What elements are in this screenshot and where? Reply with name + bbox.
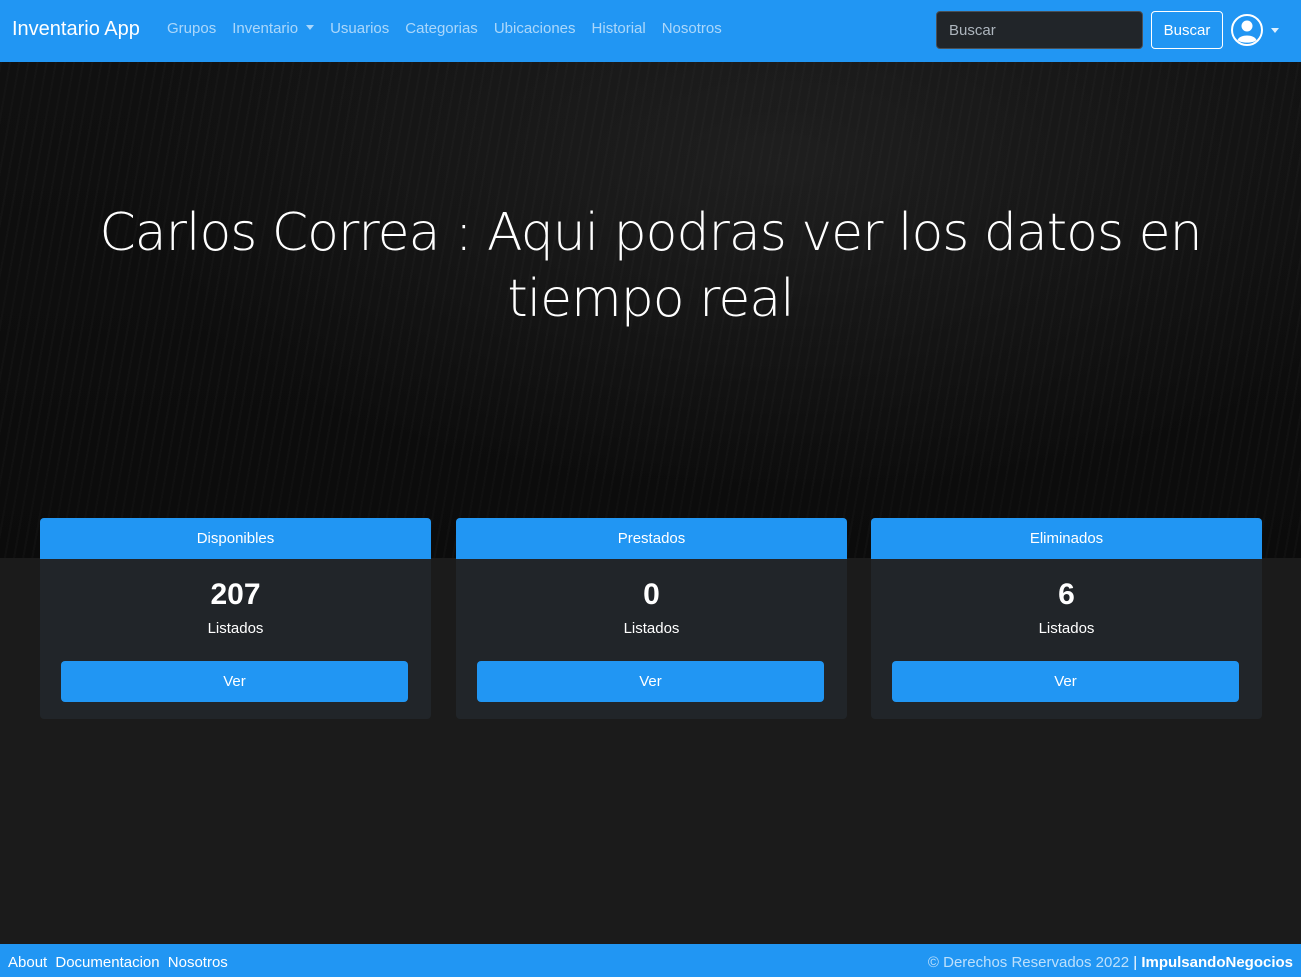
nav-links: Grupos Inventario Usuarios Categorias Ub… <box>159 20 730 37</box>
nav-link-inventario-dropdown[interactable]: Inventario <box>224 20 322 37</box>
card-count: 6 <box>1058 578 1075 611</box>
footer-copyright: © Derechos Reservados 2022 | ImpulsandoN… <box>928 954 1293 971</box>
footer-links: About Documentacion Nosotros <box>8 954 232 971</box>
user-menu-dropdown[interactable] <box>1230 13 1279 47</box>
chevron-down-icon <box>1271 27 1279 33</box>
nav-link-historial[interactable]: Historial <box>584 20 654 37</box>
nav-link-nosotros[interactable]: Nosotros <box>654 20 730 37</box>
copyright-text: © Derechos Reservados 2022 <box>927 954 1130 971</box>
top-navbar: Inventario App Grupos Inventario Usuario… <box>0 0 1301 62</box>
hero-title: Carlos Correa : Aqui podras ver los dato… <box>99 203 1202 329</box>
card-header: Prestados <box>456 518 847 559</box>
ver-prestados-button[interactable]: Ver <box>477 661 824 702</box>
card-subtitle: Listados <box>1038 620 1095 637</box>
nav-link-usuarios[interactable]: Usuarios <box>322 20 397 37</box>
card-count: 207 <box>210 578 261 611</box>
footer-link-about[interactable]: About <box>8 954 47 971</box>
nav-link-categorias[interactable]: Categorias <box>397 20 486 37</box>
card-disponibles: Disponibles 207 Listados Ver <box>40 518 431 719</box>
brand-logo-text[interactable]: Inventario App <box>12 18 140 41</box>
card-header: Eliminados <box>871 518 1262 559</box>
card-header: Disponibles <box>40 518 431 559</box>
footer: About Documentacion Nosotros © Derechos … <box>0 944 1301 977</box>
search-button[interactable]: Buscar <box>1151 11 1223 49</box>
nav-link-grupos[interactable]: Grupos <box>159 20 224 37</box>
card-eliminados: Eliminados 6 Listados Ver <box>871 518 1262 719</box>
chevron-down-icon <box>306 25 315 30</box>
card-subtitle: Listados <box>623 620 680 637</box>
hero-banner: Carlos Correa : Aqui podras ver los dato… <box>0 62 1301 558</box>
card-prestados: Prestados 0 Listados Ver <box>456 518 847 719</box>
page: Inventario App Grupos Inventario Usuario… <box>0 0 1301 977</box>
user-circle-icon <box>1231 14 1263 46</box>
nav-link-ubicaciones[interactable]: Ubicaciones <box>486 20 584 37</box>
footer-link-nosotros[interactable]: Nosotros <box>168 954 228 971</box>
card-count: 0 <box>643 578 660 611</box>
search-input[interactable] <box>936 11 1143 49</box>
ver-disponibles-button[interactable]: Ver <box>61 661 408 702</box>
card-subtitle: Listados <box>207 620 264 637</box>
ver-eliminados-button[interactable]: Ver <box>892 661 1239 702</box>
footer-link-documentacion[interactable]: Documentacion <box>55 954 159 971</box>
company-link[interactable]: ImpulsandoNegocios <box>1141 954 1293 971</box>
nav-link-inventario-label: Inventario <box>232 20 299 37</box>
footer-separator: | <box>1133 954 1138 971</box>
